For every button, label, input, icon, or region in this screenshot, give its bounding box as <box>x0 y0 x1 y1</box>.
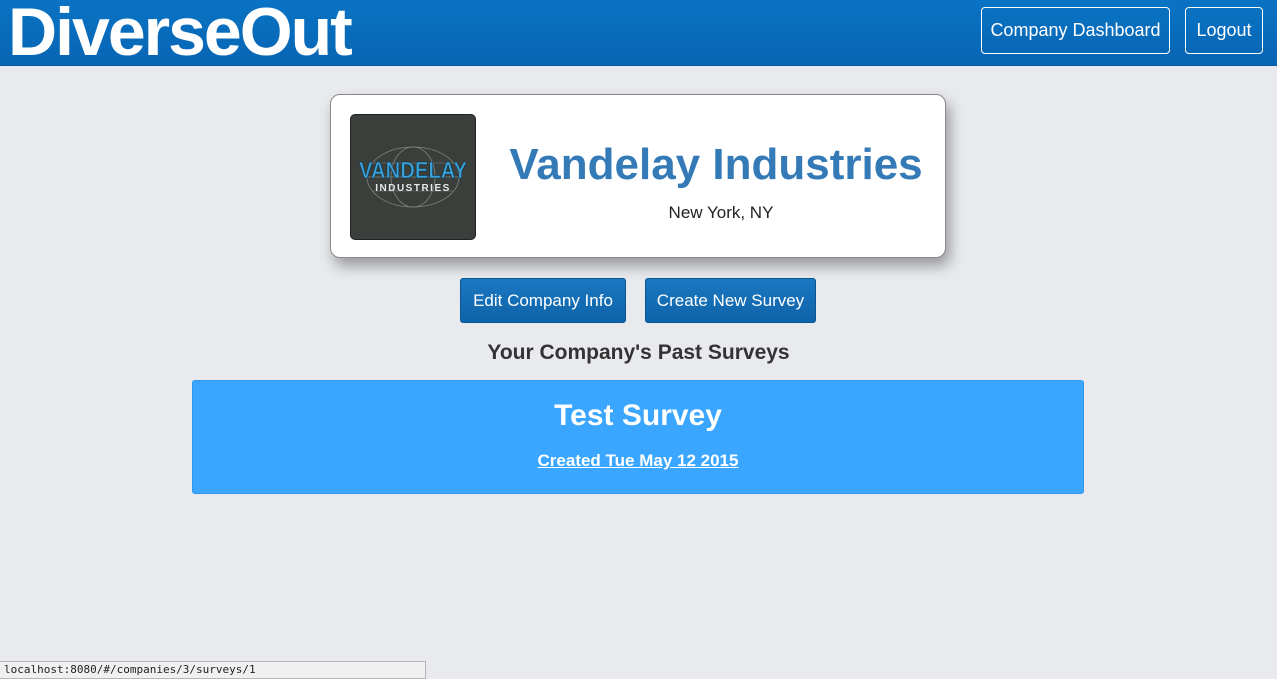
browser-status-bar: localhost:8080/#/companies/3/surveys/1 <box>0 661 426 679</box>
company-dashboard-button[interactable]: Company Dashboard <box>981 7 1170 54</box>
company-logo-image: VANDELAY INDUSTRIES <box>351 115 475 239</box>
edit-company-info-button[interactable]: Edit Company Info <box>460 278 626 323</box>
logo-main-text: VANDELAY <box>359 157 467 183</box>
survey-title: Test Survey <box>554 399 722 432</box>
create-new-survey-button[interactable]: Create New Survey <box>645 278 816 323</box>
survey-created-link[interactable]: Created Tue May 12 2015 <box>193 451 1083 471</box>
logo-sub-text: INDUSTRIES <box>375 183 451 194</box>
company-name: Vandelay Industries <box>509 140 923 189</box>
logout-button[interactable]: Logout <box>1185 7 1263 54</box>
top-navbar: DiverseOut Company Dashboard Logout <box>0 0 1277 70</box>
brand-logo[interactable]: DiverseOut <box>8 0 353 70</box>
company-profile-card: VANDELAY INDUSTRIES Vandelay Industries … <box>330 94 946 258</box>
company-location: New York, NY <box>668 203 774 222</box>
survey-card[interactable]: Test Survey Created Tue May 12 2015 <box>192 380 1084 494</box>
past-surveys-heading: Your Company's Past Surveys <box>487 341 790 364</box>
company-logo: VANDELAY INDUSTRIES <box>350 114 476 240</box>
